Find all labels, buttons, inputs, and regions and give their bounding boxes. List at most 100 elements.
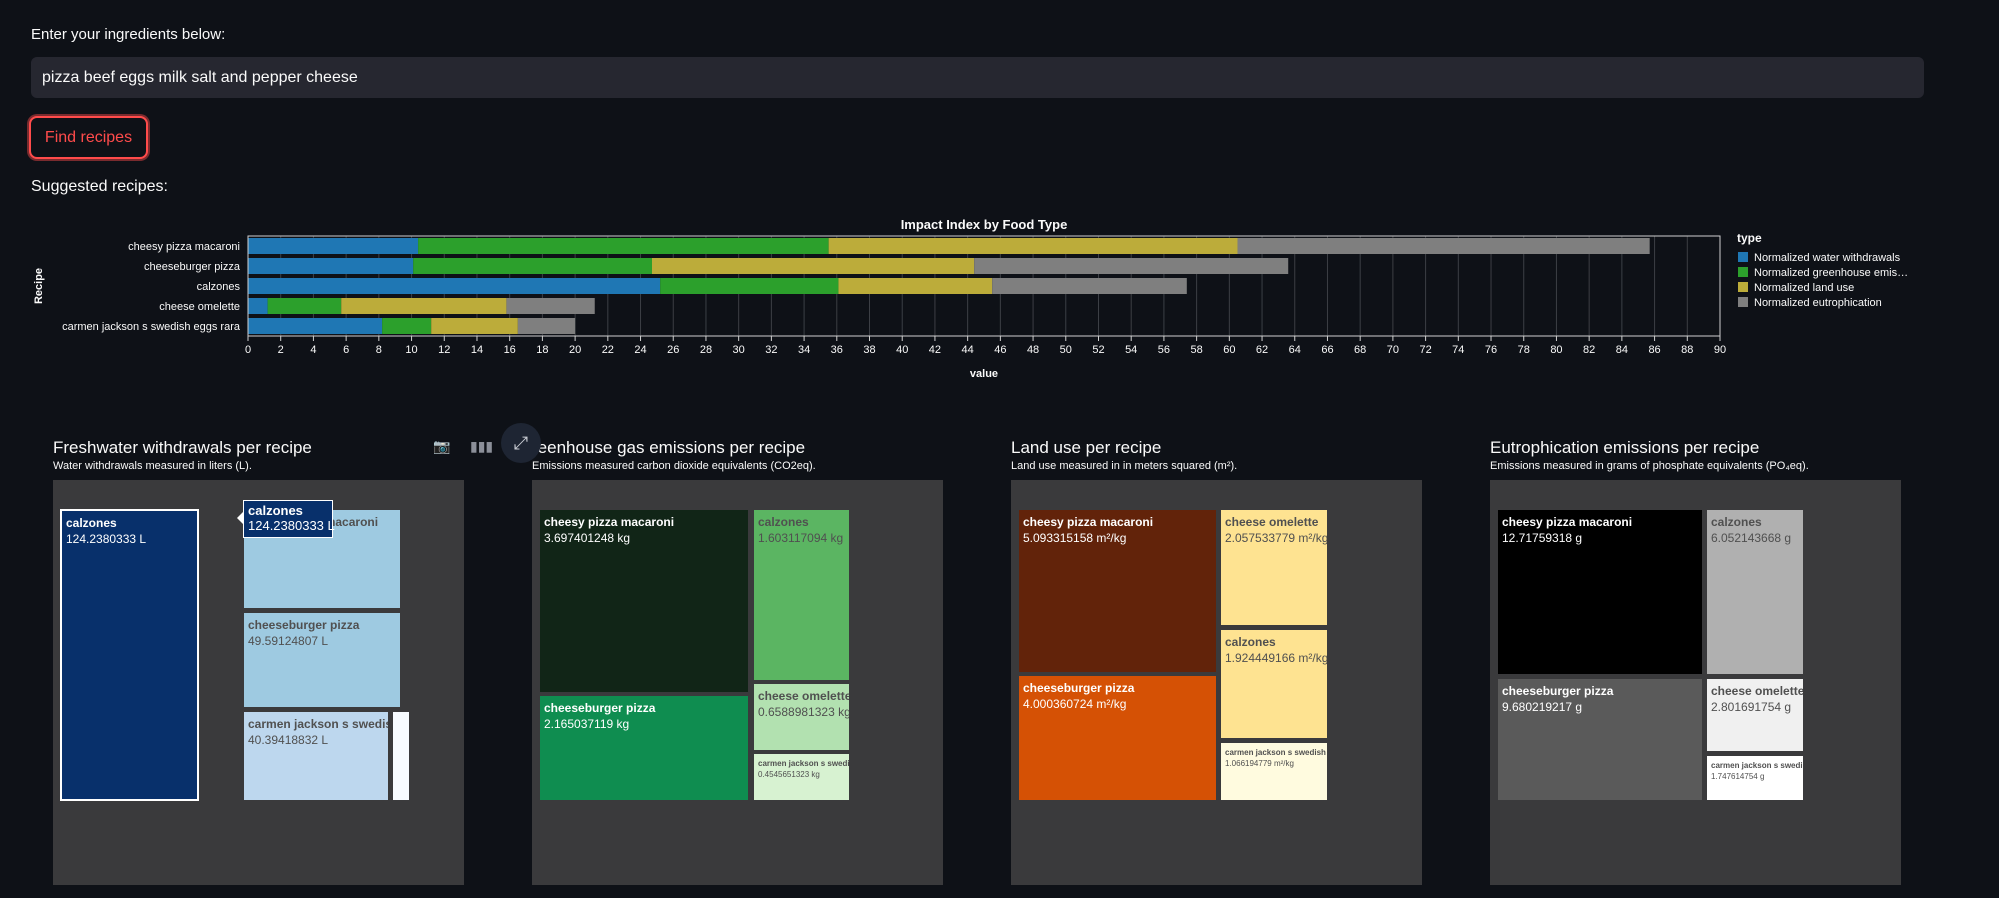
bar-segment[interactable]	[838, 278, 993, 294]
x-tick-label: 36	[831, 344, 843, 356]
y-axis-label: Recipe	[33, 268, 45, 304]
x-tick-label: 74	[1452, 344, 1464, 356]
treemap-cell[interactable]: carmen jackson s swedish eggs rara 1.7476…	[1706, 755, 1804, 801]
treemap-cell[interactable]: carmen jackson s swedish eggs rara 1.0661…	[1220, 742, 1328, 801]
treemap-tooltip: calzones 124.2380333 L	[243, 500, 335, 538]
x-tick-label: 32	[765, 344, 777, 356]
bar-segment[interactable]	[651, 258, 975, 274]
legend-item: Normalized eutrophication	[1754, 297, 1882, 309]
treemap-subtitle: Land use measured in in meters squared (…	[1011, 460, 1238, 472]
cell-value: 3.697401248 kg	[544, 531, 631, 545]
x-tick-label: 30	[733, 344, 745, 356]
y-tick-label: cheesy pizza macaroni	[128, 241, 240, 253]
treemap-cell[interactable]: calzones 1.924449166 m²/kg	[1220, 629, 1328, 739]
legend-item: Normalized greenhouse emis…	[1754, 267, 1908, 279]
bar-segment[interactable]	[992, 278, 1187, 294]
x-tick-label: 52	[1092, 344, 1104, 356]
bar-segment[interactable]	[248, 258, 414, 274]
treemap-cell[interactable]: cheese omelette 0.6588981323 kg	[753, 683, 850, 751]
treemap-cell[interactable]: calzones 1.603117094 kg	[753, 509, 850, 681]
treemap: cheesy pizza macaroni 5.093315158 m²/kg ch…	[1011, 480, 1422, 885]
expand-icon[interactable]: ⤢	[501, 423, 541, 463]
bar-segment[interactable]	[517, 318, 576, 334]
x-tick-label: 76	[1485, 344, 1497, 356]
treemap: calzones124.2380333 Lcheesy pizza macaro…	[53, 480, 464, 885]
suggested-recipes-heading: Suggested recipes:	[31, 178, 168, 195]
bar-segment[interactable]	[248, 318, 383, 334]
cell-label: carmen jackson s swedish eggs rara	[1225, 748, 1327, 757]
cell-label: calzones	[66, 516, 117, 530]
treemap-title: Freshwater withdrawals per recipe	[53, 438, 312, 457]
bar-segment[interactable]	[248, 278, 661, 294]
treemap-title: Eutrophication emissions per recipe	[1490, 438, 1760, 457]
x-tick-label: 78	[1518, 344, 1530, 356]
cell-value: 2.057533779 m²/kg	[1225, 531, 1328, 545]
cell-label: cheese omelette	[1225, 515, 1319, 529]
cell-value: 0.6588981323 kg	[758, 705, 850, 719]
treemap-cell[interactable]: cheese omelette 2.801691754 g	[1706, 678, 1804, 752]
treemap-cell[interactable]: cheeseburger pizza 49.59124807 L	[243, 612, 401, 708]
cell-label: carmen jackson s swedish eggs rara	[758, 759, 850, 768]
ingredients-input[interactable]	[31, 57, 1924, 98]
x-tick-label: 50	[1060, 344, 1072, 356]
treemap-cell[interactable]: calzones 124.2380333 L	[60, 509, 199, 801]
treemap-cell[interactable]: cheeseburger pizza 9.680219217 g	[1497, 678, 1703, 801]
x-tick-label: 4	[310, 344, 316, 356]
cell-label: cheese omelette	[758, 689, 850, 703]
bar-segment[interactable]	[1237, 238, 1650, 254]
treemap-cell[interactable]: carmen jackson s swedish eggs rara 40.394…	[243, 711, 389, 801]
bar-segment[interactable]	[974, 258, 1289, 274]
treemap-cell[interactable]: carmen jackson s swedish eggs rara 0.4545…	[753, 753, 850, 801]
cell-value: 12.71759318 g	[1502, 531, 1583, 545]
bar-segment[interactable]	[418, 238, 829, 254]
camera-icon[interactable]: 📷	[433, 438, 450, 455]
y-tick-label: calzones	[197, 281, 241, 293]
cell-value: 4.000360724 m²/kg	[1023, 697, 1127, 711]
treemap-cell[interactable]: cheese omelette 2.057533779 m²/kg	[1220, 509, 1328, 626]
treemap-cell[interactable]: cheeseburger pizza 2.165037119 kg	[539, 695, 749, 801]
tooltip-pointer	[237, 512, 243, 524]
x-tick-label: 88	[1681, 344, 1693, 356]
x-tick-label: 44	[962, 344, 974, 356]
x-tick-label: 62	[1256, 344, 1268, 356]
legend-swatch	[1738, 282, 1748, 292]
bar-chart-icon[interactable]: ▮▮▮	[470, 438, 493, 455]
treemap-cell[interactable]: cheesy pizza macaroni 3.697401248 kg	[539, 509, 749, 693]
treemap-cell[interactable]: calzones 6.052143668 g	[1706, 509, 1804, 675]
x-tick-label: 14	[471, 344, 483, 356]
x-tick-label: 64	[1289, 344, 1301, 356]
y-tick-label: carmen jackson s swedish eggs rara	[62, 321, 241, 333]
bar-segment[interactable]	[341, 298, 507, 314]
x-tick-label: 2	[278, 344, 284, 356]
legend-title: type	[1737, 231, 1762, 245]
treemap-cell[interactable]: cheesy pizza macaroni 12.71759318 g	[1497, 509, 1703, 675]
bar-segment[interactable]	[431, 318, 518, 334]
x-tick-label: 72	[1419, 344, 1431, 356]
cell-label: cheesy pizza macaroni	[544, 515, 675, 529]
treemap-cell[interactable]: cheeseburger pizza 4.000360724 m²/kg	[1018, 675, 1217, 801]
bar-segment[interactable]	[828, 238, 1238, 254]
bar-segment[interactable]	[248, 238, 419, 254]
bar-segment[interactable]	[267, 298, 342, 314]
bar-segment[interactable]	[660, 278, 839, 294]
treemap: cheesy pizza macaroni 3.697401248 kg calzo…	[532, 480, 943, 885]
treemap-cell[interactable]: cheesy pizza macaroni 5.093315158 m²/kg	[1018, 509, 1217, 673]
cell-value: 2.165037119 kg	[544, 717, 630, 731]
x-tick-label: 86	[1648, 344, 1660, 356]
x-tick-label: 90	[1714, 344, 1726, 356]
cell-label: cheeseburger pizza	[1502, 684, 1614, 698]
x-tick-label: 56	[1158, 344, 1170, 356]
bar-segment[interactable]	[248, 298, 268, 314]
x-tick-label: 26	[667, 344, 679, 356]
cell-value: 5.093315158 m²/kg	[1023, 531, 1127, 545]
cell-label: cheeseburger pizza	[544, 701, 656, 715]
x-tick-label: 82	[1583, 344, 1595, 356]
x-tick-label: 46	[994, 344, 1006, 356]
treemap-cell[interactable]	[392, 711, 410, 801]
x-tick-label: 40	[896, 344, 908, 356]
bar-segment[interactable]	[382, 318, 432, 334]
bar-segment[interactable]	[413, 258, 652, 274]
bar-segment[interactable]	[506, 298, 595, 314]
x-tick-label: 70	[1387, 344, 1399, 356]
find-recipes-button[interactable]: Find recipes	[29, 116, 148, 159]
